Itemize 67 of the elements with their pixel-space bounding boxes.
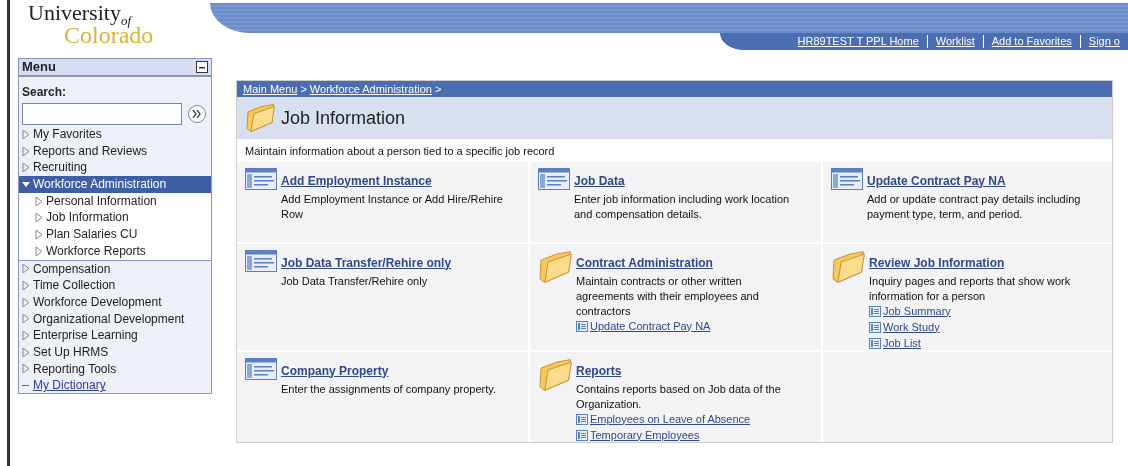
- menu-item[interactable]: Reports and Reviews: [33, 142, 148, 160]
- menu-item[interactable]: Time Collection: [33, 277, 116, 294]
- menu-item[interactable]: Compensation: [33, 260, 111, 278]
- page-icon: [831, 167, 863, 190]
- tile-description: Add or update contract pay details including payment type, term, and period.: [867, 191, 1082, 222]
- tile-title-link[interactable]: Company Property: [281, 363, 389, 379]
- tile-description: Maintain contracts or other written agreements with their employees and contractors: [576, 273, 760, 319]
- sub-page-link[interactable]: Job List: [869, 335, 921, 351]
- page-icon: [869, 321, 881, 333]
- tile-title-link[interactable]: Review Job Information: [869, 255, 1005, 271]
- breadcrumb-link[interactable]: Workforce Administration: [309, 83, 432, 95]
- menu-item[interactable]: Recruiting: [33, 159, 88, 177]
- folder-icon: [245, 103, 275, 133]
- tile-title-link[interactable]: Add Employment Instance: [281, 173, 432, 189]
- sub-page-link[interactable]: Work Study: [869, 319, 940, 335]
- tile-description: Enter the assignments of company property.: [281, 381, 496, 397]
- page-icon: [576, 320, 588, 332]
- breadcrumb-separator: >: [433, 83, 443, 95]
- university-logo: University$_{of}$ Colorado: [27, 0, 155, 51]
- menu-item[interactable]: Plan Salaries CU: [46, 226, 138, 243]
- sub-page-link[interactable]: Employees on Leave of Absence: [576, 411, 751, 427]
- menu-item[interactable]: Job Information: [46, 209, 129, 227]
- page-icon: [576, 413, 588, 425]
- page-description: Maintain information about a person tied to a specific job record: [237, 139, 1112, 162]
- menu-item[interactable]: Set Up HRMS: [33, 343, 109, 361]
- tile-title-link[interactable]: Job Data Transfer/Rehire only: [281, 255, 452, 271]
- menu-item[interactable]: Personal Information: [46, 192, 157, 210]
- search-field[interactable]: [22, 103, 182, 125]
- double-chevron-icon: [192, 110, 202, 118]
- sub-page-link[interactable]: Update Contract Pay NA: [576, 318, 711, 334]
- tile-title-link[interactable]: Update Contract Pay NA: [867, 173, 1006, 189]
- search-go-button[interactable]: [188, 105, 206, 123]
- menu-link[interactable]: My Dictionary: [33, 377, 106, 394]
- page-icon: [245, 167, 277, 190]
- tile-title-link[interactable]: Reports: [576, 363, 622, 379]
- tile-description: Add Employment Instance or Add Hire/Rehire Row: [281, 191, 504, 222]
- menu-item[interactable]: Workforce Reports: [46, 242, 146, 260]
- page-icon: [245, 357, 277, 380]
- folder-icon: [538, 357, 572, 392]
- folder-icon: [831, 249, 865, 284]
- breadcrumb-link[interactable]: Main Menu: [243, 83, 298, 95]
- collapse-icon[interactable]: [196, 61, 208, 73]
- page-icon: [538, 167, 570, 190]
- header-link[interactable]: Worklist: [926, 35, 983, 48]
- header-link[interactable]: HR89TEST T PPL Home: [789, 35, 927, 48]
- folder-icon: [538, 249, 572, 284]
- header-link[interactable]: Sign o: [1079, 35, 1128, 48]
- menu-title: Menu: [22, 58, 56, 77]
- page-icon: [245, 249, 277, 272]
- tile-description: Job Data Transfer/Rehire only: [281, 273, 429, 289]
- menu-item[interactable]: Reporting Tools: [33, 360, 117, 378]
- sub-page-link[interactable]: Job Summary: [869, 303, 951, 319]
- page-title: Job Information: [281, 106, 406, 130]
- menu-item[interactable]: Organizational Development: [33, 310, 185, 328]
- page-icon: [869, 305, 881, 317]
- menu-item[interactable]: Workforce Development: [33, 293, 162, 311]
- tile-description: Inquiry pages and reports that show work information for a person: [869, 273, 1072, 304]
- menu-item[interactable]: Enterprise Learning: [33, 327, 138, 344]
- search-label: Search:: [21, 84, 68, 101]
- menu-item[interactable]: My Favorites: [33, 126, 102, 143]
- header-link[interactable]: Add to Favorites: [982, 35, 1080, 48]
- breadcrumb-separator: >: [299, 83, 308, 95]
- tile-description: Contains reports based on Job data of the Organization.: [576, 381, 782, 412]
- tile-title-link[interactable]: Job Data: [574, 173, 625, 189]
- sub-page-link[interactable]: Temporary Employees: [576, 427, 700, 443]
- tile-description: Enter job information including work location and compensation details.: [574, 191, 791, 222]
- tile-title-link[interactable]: Contract Administration: [576, 255, 713, 271]
